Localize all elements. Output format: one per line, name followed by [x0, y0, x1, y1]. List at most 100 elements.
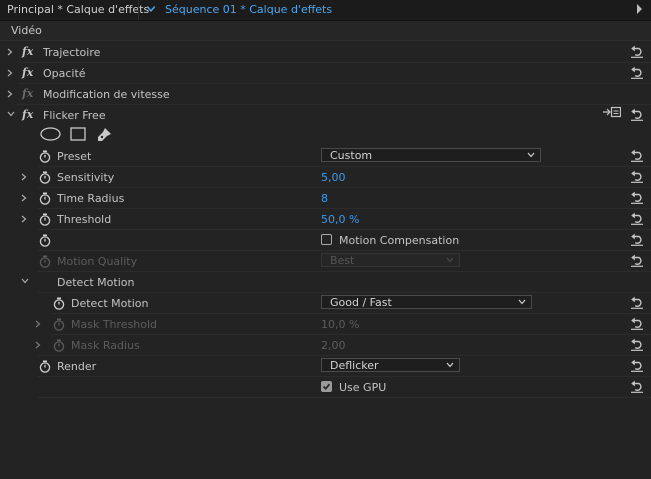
panel-menu-icon[interactable]: [636, 4, 644, 14]
sensitivity-value[interactable]: 5,00: [321, 171, 346, 184]
reset-icon[interactable]: [630, 380, 644, 393]
param-row-mask-threshold: Mask Threshold 10,0 %: [0, 314, 651, 335]
section-title: Vidéo: [11, 24, 42, 37]
reset-icon[interactable]: [630, 108, 644, 121]
motion-quality-value: Best: [330, 254, 355, 267]
use-gpu-label[interactable]: Use GPU: [339, 381, 386, 394]
reset-icon[interactable]: [630, 359, 644, 372]
param-row-preset: Preset Custom: [0, 146, 651, 167]
stopwatch-icon[interactable]: [39, 150, 51, 163]
motion-compensation-label[interactable]: Motion Compensation: [339, 234, 459, 247]
reset-icon[interactable]: [630, 233, 644, 246]
param-label: Sensitivity: [57, 171, 115, 184]
effect-label: Opacité: [43, 67, 86, 80]
time-radius-value[interactable]: 8: [321, 192, 328, 205]
param-label: Detect Motion: [71, 297, 149, 310]
panel-tab-bar: Principal * Calque d'effets Séquence 01 …: [0, 0, 651, 21]
effect-row-trajectoire[interactable]: fx Trajectoire: [0, 42, 651, 63]
rectangle-mask-icon[interactable]: [70, 127, 86, 141]
mask-radius-value: 2,00: [321, 339, 346, 352]
reset-icon[interactable]: [630, 338, 644, 351]
pen-mask-icon[interactable]: [96, 127, 112, 143]
reset-icon[interactable]: [630, 45, 644, 58]
fx-icon: fx: [22, 87, 34, 100]
tab-effect-controls[interactable]: Principal * Calque d'effets: [7, 3, 149, 16]
param-label: Threshold: [57, 213, 112, 226]
param-row-time-radius: Time Radius 8: [0, 188, 651, 209]
expand-chevron-icon[interactable]: [21, 215, 27, 223]
collapse-chevron-icon[interactable]: [7, 111, 15, 117]
param-row-threshold: Threshold 50,0 %: [0, 209, 651, 230]
reset-icon[interactable]: [630, 66, 644, 79]
param-row-motion-quality: Motion Quality Best: [0, 251, 651, 272]
render-value: Deflicker: [330, 359, 379, 372]
reset-icon[interactable]: [630, 212, 644, 225]
expand-chevron-icon[interactable]: [7, 48, 13, 56]
param-label: Mask Threshold: [71, 318, 158, 331]
param-row-use-gpu: Use GPU: [0, 377, 651, 398]
expand-chevron-icon[interactable]: [21, 194, 27, 202]
stopwatch-icon[interactable]: [39, 360, 51, 373]
param-row-detect-motion: Detect Motion Good / Fast: [0, 293, 651, 314]
stopwatch-icon: [39, 255, 51, 268]
reset-icon[interactable]: [630, 170, 644, 183]
detect-motion-select[interactable]: Good / Fast: [321, 295, 532, 309]
effect-input-icon[interactable]: [603, 106, 621, 118]
group-label: Detect Motion: [57, 276, 135, 289]
effect-label: Modification de vitesse: [43, 88, 170, 101]
expand-chevron-icon[interactable]: [21, 173, 27, 181]
stopwatch-icon: [53, 339, 65, 352]
param-label: Render: [57, 360, 97, 373]
param-row-mask-radius: Mask Radius 2,00: [0, 335, 651, 356]
checkmark-icon: [322, 383, 331, 390]
ellipse-mask-icon[interactable]: [40, 127, 61, 141]
reset-icon[interactable]: [630, 191, 644, 204]
expand-chevron-icon[interactable]: [35, 341, 41, 349]
expand-chevron-icon[interactable]: [7, 90, 13, 98]
chevron-down-icon: [518, 299, 526, 305]
reset-icon[interactable]: [630, 254, 644, 267]
expand-chevron-icon[interactable]: [7, 69, 13, 77]
expand-chevron-icon[interactable]: [35, 320, 41, 328]
preset-select[interactable]: Custom: [321, 148, 541, 162]
use-gpu-checkbox[interactable]: [321, 381, 332, 392]
effect-label: Flicker Free: [43, 109, 106, 122]
reset-icon[interactable]: [630, 149, 644, 162]
group-row-detect-motion[interactable]: Detect Motion: [0, 272, 651, 293]
param-row-render: Render Deflicker: [0, 356, 651, 377]
param-label: Preset: [57, 150, 92, 163]
collapse-chevron-icon[interactable]: [21, 278, 29, 284]
stopwatch-icon[interactable]: [39, 213, 51, 226]
param-row-motion-compensation: Motion Compensation: [0, 230, 651, 251]
effect-row-vitesse[interactable]: fx Modification de vitesse: [0, 84, 651, 105]
reset-icon[interactable]: [630, 317, 644, 330]
chevron-down-icon: [446, 362, 454, 368]
param-label: Motion Quality: [57, 255, 138, 268]
sequence-dropdown-icon[interactable]: [146, 4, 156, 14]
effect-row-flicker-free[interactable]: fx Flicker Free: [0, 105, 651, 126]
chevron-down-icon: [446, 257, 454, 263]
detect-motion-value: Good / Fast: [330, 296, 392, 309]
motion-quality-select: Best: [321, 253, 460, 267]
fx-icon[interactable]: fx: [22, 45, 33, 58]
stopwatch-icon: [53, 318, 65, 331]
effect-row-opacite[interactable]: fx Opacité: [0, 63, 651, 84]
preset-value: Custom: [330, 149, 373, 162]
section-video: Vidéo: [0, 21, 651, 41]
stopwatch-icon[interactable]: [39, 192, 51, 205]
param-row-sensitivity: Sensitivity 5,00: [0, 167, 651, 188]
tab-sequence[interactable]: Séquence 01 * Calque d'effets: [165, 3, 332, 16]
stopwatch-icon[interactable]: [39, 171, 51, 184]
render-select[interactable]: Deflicker: [321, 358, 460, 372]
stopwatch-icon[interactable]: [53, 297, 65, 310]
motion-compensation-checkbox[interactable]: [321, 234, 332, 245]
fx-icon[interactable]: fx: [22, 66, 33, 79]
threshold-value[interactable]: 50,0 %: [321, 213, 359, 226]
reset-icon[interactable]: [630, 296, 644, 309]
param-label: Mask Radius: [71, 339, 140, 352]
fx-icon[interactable]: fx: [22, 108, 33, 121]
row-divider: [38, 397, 651, 398]
stopwatch-icon[interactable]: [39, 234, 51, 247]
mask-threshold-value: 10,0 %: [321, 318, 360, 331]
tab-separator: [138, 0, 139, 20]
